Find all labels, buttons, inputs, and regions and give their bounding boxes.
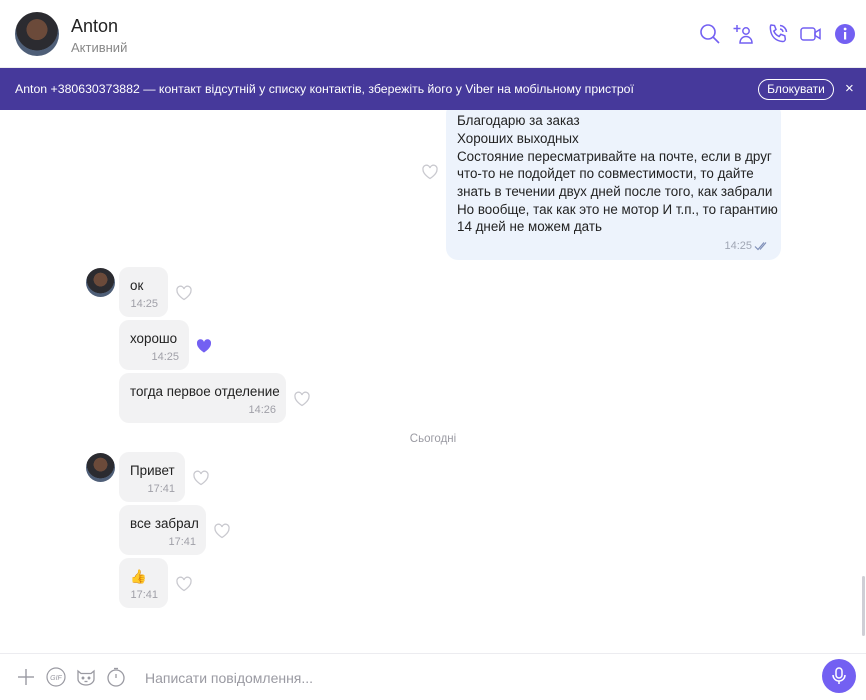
chat-scrollbar[interactable] (862, 576, 865, 636)
message-time: 14:25 (151, 351, 179, 363)
like-icon[interactable] (420, 162, 440, 182)
incoming-message[interactable]: хорошо 14:25 (119, 320, 189, 370)
message-line: что-то не подойдет по совместимости, то … (457, 166, 754, 181)
message-time: 14:25 (724, 240, 752, 252)
message-line: Благодарю за заказ (457, 113, 580, 128)
message-time: 17:41 (168, 536, 196, 548)
close-icon[interactable]: × (845, 80, 857, 98)
incoming-message[interactable]: все забрал 17:41 (119, 505, 206, 555)
plus-icon[interactable] (15, 666, 37, 688)
video-call-icon[interactable] (799, 22, 823, 46)
like-icon[interactable] (212, 521, 232, 541)
timer-icon[interactable] (105, 666, 127, 688)
like-icon[interactable] (191, 468, 211, 488)
message-time: 17:41 (147, 483, 175, 495)
contact-status: Активний (71, 40, 128, 55)
message-text: 👍 (130, 569, 147, 584)
message-line: знать в течении двух дней после того, ка… (457, 184, 773, 199)
message-time: 17:41 (130, 589, 158, 601)
contact-avatar[interactable] (15, 12, 59, 56)
message-line: Хороших выходных (457, 131, 579, 146)
read-ticks-icon (754, 242, 767, 251)
incoming-message[interactable]: ок 14:25 (119, 267, 168, 317)
message-time: 14:26 (248, 404, 276, 416)
incoming-message[interactable]: Привет 17:41 (119, 452, 185, 502)
outgoing-message[interactable]: Благодарю за заказ Хороших выходных Сост… (446, 110, 781, 260)
like-icon[interactable] (292, 389, 312, 409)
info-icon[interactable] (833, 22, 857, 46)
like-icon[interactable] (174, 574, 194, 594)
liked-heart-icon[interactable] (194, 336, 214, 356)
message-text: тогда первое отделение (130, 384, 280, 399)
voice-call-icon[interactable] (766, 22, 790, 46)
incoming-message[interactable]: 👍 17:41 (119, 558, 168, 608)
svg-text:GIF: GIF (50, 675, 62, 682)
contact-name[interactable]: Anton (71, 16, 118, 37)
message-line: Но вообще, так как это не мотор И т.п., … (457, 202, 778, 217)
message-text: хорошо (130, 331, 178, 346)
sender-avatar[interactable] (86, 453, 115, 482)
sticker-icon[interactable] (75, 666, 97, 688)
banner-text: Anton +380630373882 — контакт відсутній … (15, 82, 634, 96)
message-time: 14:25 (130, 298, 158, 310)
add-participant-icon[interactable] (732, 22, 756, 46)
message-text: Привет (130, 463, 175, 478)
incoming-message[interactable]: тогда первое отделение 14:26 (119, 373, 286, 423)
unknown-contact-banner: Anton +380630373882 — контакт відсутній … (0, 68, 866, 110)
message-text: все забрал (130, 516, 199, 531)
microphone-icon (832, 667, 846, 684)
message-line: 14 дней не можем дать (457, 219, 602, 234)
viber-chat-window: Anton Активний Anton +380630373882 — кон… (0, 0, 866, 700)
voice-message-button[interactable] (822, 659, 856, 693)
day-separator: Сьогодні (409, 433, 457, 445)
message-text: ок (130, 278, 144, 293)
search-icon[interactable] (698, 22, 722, 46)
message-composer: GIF (0, 653, 866, 700)
like-icon[interactable] (174, 283, 194, 303)
gif-icon[interactable]: GIF (45, 666, 67, 688)
message-line: Состояние пересматривайте на почте, если… (457, 149, 772, 164)
block-button[interactable]: Блокувати (758, 79, 834, 100)
message-input[interactable] (145, 666, 785, 690)
sender-avatar[interactable] (86, 268, 115, 297)
chat-header: Anton Активний (0, 0, 866, 68)
message-list[interactable]: Благодарю за заказ Хороших выходных Сост… (0, 110, 866, 653)
